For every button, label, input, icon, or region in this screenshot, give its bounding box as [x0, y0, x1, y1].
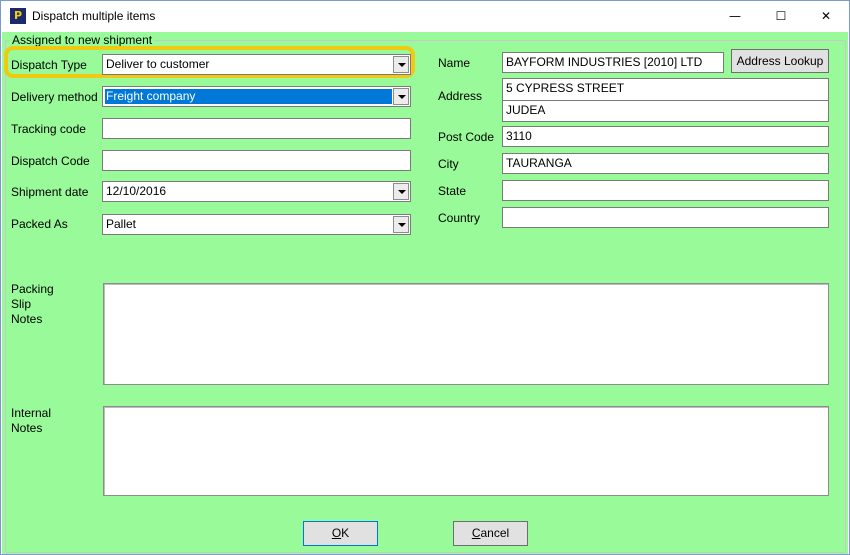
close-button[interactable]: ✕ — [803, 1, 849, 31]
delivery-method-select[interactable]: Freight company — [102, 86, 411, 107]
address-line2-input[interactable]: JUDEA — [502, 100, 829, 122]
dispatch-type-dropdown-button[interactable] — [393, 56, 409, 73]
packing-slip-notes-textarea[interactable] — [103, 283, 829, 385]
ok-label-rest: K — [341, 526, 350, 540]
internal-notes-textarea[interactable] — [103, 406, 829, 496]
chevron-down-icon — [398, 190, 406, 194]
cancel-button[interactable]: Cancel — [453, 521, 528, 546]
ok-button[interactable]: OK — [303, 521, 378, 546]
country-label: Country — [438, 211, 481, 225]
dispatch-type-value: Deliver to customer — [106, 57, 210, 71]
state-input[interactable] — [502, 180, 829, 201]
packing-slip-notes-label-line: Notes — [11, 312, 43, 326]
packed-as-dropdown-button[interactable] — [393, 216, 409, 233]
tracking-code-label: Tracking code — [11, 122, 86, 136]
dispatch-type-select[interactable]: Deliver to customer — [102, 54, 411, 75]
ok-accelerator: O — [331, 526, 342, 540]
address-label: Address — [438, 89, 483, 103]
name-input[interactable]: BAYFORM INDUSTRIES [2010] LTD — [502, 52, 724, 73]
shipment-date-label: Shipment date — [11, 185, 89, 199]
shipment-date-picker[interactable]: 12/10/2016 — [102, 181, 411, 202]
shipment-date-dropdown-button[interactable] — [393, 183, 409, 200]
chevron-down-icon — [398, 63, 406, 67]
internal-notes-label-line: Internal — [11, 406, 52, 420]
dialog-body: Assigned to new shipment Dispatch Type D… — [2, 32, 848, 554]
city-input[interactable]: TAURANGA — [502, 153, 829, 174]
maximize-button[interactable]: ☐ — [758, 1, 804, 31]
packed-as-label: Packed As — [11, 217, 68, 231]
address-lookup-button[interactable]: Address Lookup — [731, 49, 829, 73]
tracking-code-input[interactable] — [102, 118, 411, 139]
shipment-date-value: 12/10/2016 — [106, 184, 167, 198]
delivery-method-value: Freight company — [105, 89, 392, 104]
cancel-label-rest: ancel — [480, 526, 510, 540]
state-label: State — [438, 184, 467, 198]
post-code-label: Post Code — [438, 130, 495, 144]
delivery-method-label: Delivery method — [11, 90, 98, 104]
title-bar[interactable]: P Dispatch multiple items — ☐ ✕ — [1, 1, 849, 31]
app-icon: P — [10, 8, 26, 24]
delivery-method-dropdown-button[interactable] — [393, 88, 409, 105]
chevron-down-icon — [398, 223, 406, 227]
window-title: Dispatch multiple items — [32, 9, 156, 23]
internal-notes-label-line: Notes — [11, 421, 43, 435]
packing-slip-notes-label-line: Packing — [11, 282, 54, 296]
post-code-input[interactable]: 3110 — [502, 126, 829, 147]
city-label: City — [438, 157, 459, 171]
chevron-down-icon — [398, 95, 406, 99]
name-label: Name — [438, 56, 471, 70]
dispatch-code-input[interactable] — [102, 150, 411, 171]
address-line1-input[interactable]: 5 CYPRESS STREET — [502, 78, 829, 100]
packed-as-value: Pallet — [106, 217, 137, 231]
country-input[interactable] — [502, 207, 829, 228]
dispatch-code-label: Dispatch Code — [11, 154, 90, 168]
packing-slip-notes-label: Packing Slip Notes — [11, 282, 54, 327]
packing-slip-notes-label-line: Slip — [11, 297, 32, 311]
dispatch-window: P Dispatch multiple items — ☐ ✕ Assigned… — [0, 0, 850, 555]
internal-notes-label: Internal Notes — [11, 406, 51, 436]
dispatch-type-label: Dispatch Type — [11, 58, 87, 72]
minimize-button[interactable]: — — [712, 1, 758, 31]
packed-as-select[interactable]: Pallet — [102, 214, 411, 235]
